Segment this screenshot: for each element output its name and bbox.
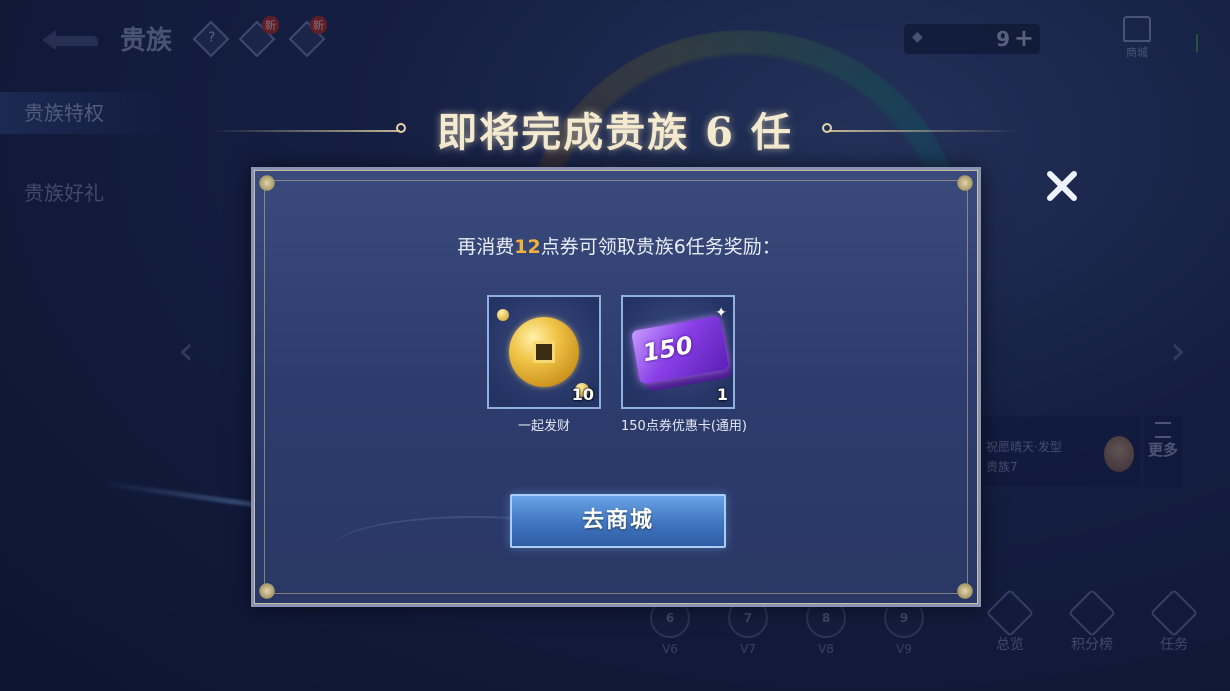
reward-quantity: 1 xyxy=(716,385,728,404)
close-icon xyxy=(1047,171,1077,201)
ornament-icon xyxy=(396,123,406,133)
reward-quantity: 10 xyxy=(571,385,594,404)
gold-coin-icon xyxy=(509,317,579,387)
reward-slot[interactable]: 10 xyxy=(487,295,601,409)
close-button[interactable] xyxy=(1042,166,1082,206)
reward-item[interactable]: 150 ✦ 1 150点券优惠卡(通用) xyxy=(621,295,747,434)
small-coin-icon xyxy=(497,309,509,321)
sparkle-icon: ✦ xyxy=(715,305,727,321)
divider xyxy=(210,130,400,132)
required-amount: 12 xyxy=(514,236,541,258)
reward-item[interactable]: 10 一起发财 xyxy=(487,295,601,434)
task-reward-dialog: 再消费12点券可领取贵族6任务奖励： 10 一起发财 150 ✦ 1 150点券… xyxy=(251,167,981,607)
reward-name: 一起发财 xyxy=(517,419,570,434)
corner-ornament-icon xyxy=(956,174,974,192)
modal-header: 即将完成贵族 6 任务 xyxy=(0,92,1230,214)
reward-name: 150点券优惠卡(通用) xyxy=(621,419,747,434)
reward-slot[interactable]: 150 ✦ 1 xyxy=(621,295,735,409)
corner-ornament-icon xyxy=(956,582,974,600)
corner-ornament-icon xyxy=(258,174,276,192)
divider xyxy=(830,130,1020,132)
reward-description: 再消费12点券可领取贵族6任务奖励： xyxy=(457,236,781,258)
corner-ornament-icon xyxy=(258,582,276,600)
go-to-shop-button[interactable]: 去商城 xyxy=(510,494,726,548)
